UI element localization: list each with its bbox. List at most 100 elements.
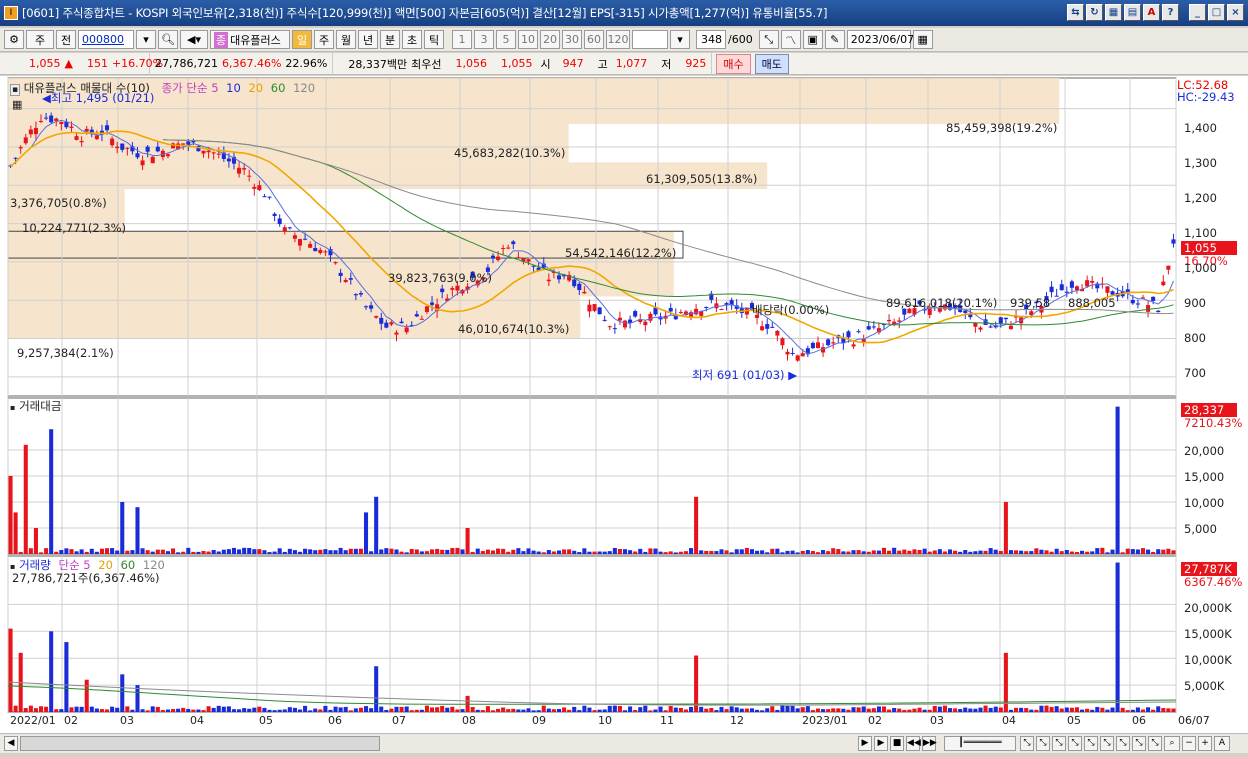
volume-bar	[135, 685, 140, 712]
candle-body	[287, 227, 292, 229]
volume-bar	[770, 706, 775, 712]
value-bar	[1029, 551, 1034, 554]
volume-bar	[531, 710, 536, 712]
period-year[interactable]: 년	[358, 30, 378, 49]
buy-button[interactable]: 매수	[716, 53, 751, 74]
chart-options-icon[interactable]: ▦	[12, 98, 22, 111]
interval-10[interactable]: 10	[518, 30, 538, 49]
period-month[interactable]: 월	[336, 30, 356, 49]
maximize-button[interactable]: □	[1208, 4, 1225, 21]
volume-bar	[567, 709, 572, 712]
font-icon[interactable]: A	[1214, 736, 1230, 751]
forward-icon[interactable]: ▶▶	[922, 736, 937, 751]
trend-icon[interactable]: 〽	[780, 30, 801, 49]
custom-interval-input[interactable]	[632, 30, 668, 49]
crosshair-icon[interactable]: ⤡	[758, 30, 779, 49]
refresh-icon[interactable]: ↻	[1086, 4, 1103, 21]
value-bar	[556, 550, 562, 554]
zoom-icon[interactable]: ⌕	[1164, 736, 1180, 751]
volume-bar	[526, 708, 531, 712]
period-minute[interactable]: 분	[380, 30, 400, 49]
period-tick[interactable]: 틱	[424, 30, 444, 49]
tool-icon[interactable]: ⤡	[1036, 736, 1050, 751]
chart-icon[interactable]: ▦	[1105, 4, 1122, 21]
mode-select[interactable]: 주	[26, 30, 54, 49]
value-bar	[1095, 548, 1100, 554]
grid-icon[interactable]: ▤	[1124, 4, 1141, 21]
tools-icon[interactable]: ✎	[824, 30, 845, 49]
sell-button[interactable]: 매도	[754, 53, 789, 74]
y-tick: 800	[1184, 331, 1206, 345]
candle-body	[135, 153, 140, 158]
volume-bar	[140, 709, 145, 712]
chart-svg[interactable]	[0, 76, 1248, 733]
tool-icon[interactable]: ⤡	[1148, 736, 1162, 751]
interval-dropdown-icon[interactable]: ▾	[670, 30, 690, 49]
interval-120[interactable]: 120	[606, 30, 630, 49]
scroll-right-button[interactable]: ▶	[858, 736, 872, 751]
interval-3[interactable]: 3	[474, 30, 494, 49]
calendar-icon[interactable]: ▦	[912, 30, 933, 49]
dropdown-icon[interactable]: ▾	[136, 30, 156, 49]
interval-1[interactable]: 1	[452, 30, 472, 49]
stop-icon[interactable]: ■	[890, 736, 904, 751]
candle-body	[379, 317, 384, 324]
count-input[interactable]: 348	[696, 30, 726, 49]
volume-bar	[688, 706, 694, 712]
candle-body	[394, 332, 399, 335]
date-input[interactable]: 2023/06/07	[846, 30, 914, 49]
chart-area[interactable]: ▪ 대유플러스 매물대 수(10) 종가 단순 5 10 20 60 120 L…	[0, 76, 1248, 733]
stock-name[interactable]: 종 대유플러스	[210, 30, 290, 49]
value-bar	[450, 548, 455, 554]
save-icon[interactable]: ▣	[802, 30, 823, 49]
scroll-left-button[interactable]: ◀	[4, 736, 18, 751]
period-week[interactable]: 주	[314, 30, 334, 49]
high-marker-text: 최고 1,495 (01/21)	[50, 91, 155, 105]
value-bar	[333, 550, 338, 554]
zoom-slider[interactable]: ┃═══════	[944, 736, 1016, 751]
value-bar	[79, 549, 84, 554]
value-bar	[490, 550, 496, 554]
minimize-button[interactable]: _	[1189, 4, 1206, 21]
link-icon[interactable]: ⇆	[1067, 4, 1084, 21]
zoom-in-icon[interactable]: +	[1198, 736, 1212, 751]
play-icon[interactable]: ▶	[874, 736, 888, 751]
tool-icon[interactable]: ⤡	[1100, 736, 1114, 751]
market-select[interactable]: 전	[56, 30, 76, 49]
volume-bar	[668, 705, 673, 712]
value-bar	[1130, 549, 1135, 554]
settings-icon[interactable]: ⚙	[4, 30, 24, 49]
interval-20[interactable]: 20	[540, 30, 560, 49]
volume-bar	[556, 708, 562, 712]
tool-icon[interactable]: ⤡	[1068, 736, 1082, 751]
value-bar	[892, 547, 897, 554]
tool-icon[interactable]: ⤡	[1116, 736, 1130, 751]
alert-icon[interactable]: A	[1143, 4, 1160, 21]
ma20-legend: 20	[248, 81, 264, 95]
close-button[interactable]: ×	[1227, 4, 1244, 21]
volume-bar	[363, 706, 369, 712]
interval-30[interactable]: 30	[562, 30, 582, 49]
volume-bar	[318, 709, 323, 712]
scrollbar[interactable]: ◀ ▶ ▶ ■ ◀◀ ▶▶ ┃═══════ ⤡ ⤡ ⤡ ⤡ ⤡ ⤡ ⤡ ⤡ ⤡…	[0, 733, 1248, 753]
zoom-out-icon[interactable]: −	[1182, 736, 1196, 751]
volume-bar	[551, 709, 556, 712]
value-bar	[673, 552, 678, 554]
period-second[interactable]: 초	[402, 30, 422, 49]
tool-icon[interactable]: ⤡	[1132, 736, 1146, 751]
code-input[interactable]: 000800	[78, 30, 134, 49]
rewind-icon[interactable]: ◀◀	[906, 736, 921, 751]
candle-body	[653, 307, 658, 315]
candle-body	[607, 326, 612, 328]
period-day[interactable]: 일	[292, 30, 312, 49]
help-icon[interactable]: ?	[1162, 4, 1179, 21]
tool-icon[interactable]: ⤡	[1052, 736, 1066, 751]
tool-icon[interactable]: ⤡	[1084, 736, 1098, 751]
tool-icon[interactable]: ⤡	[1020, 736, 1034, 751]
speaker-icon[interactable]: ◀▾	[180, 30, 208, 49]
scroll-thumb[interactable]	[20, 736, 380, 751]
search-icon[interactable]: 🔍︎	[158, 30, 178, 49]
volume-bar	[881, 706, 887, 712]
interval-5[interactable]: 5	[496, 30, 516, 49]
interval-60[interactable]: 60	[584, 30, 604, 49]
